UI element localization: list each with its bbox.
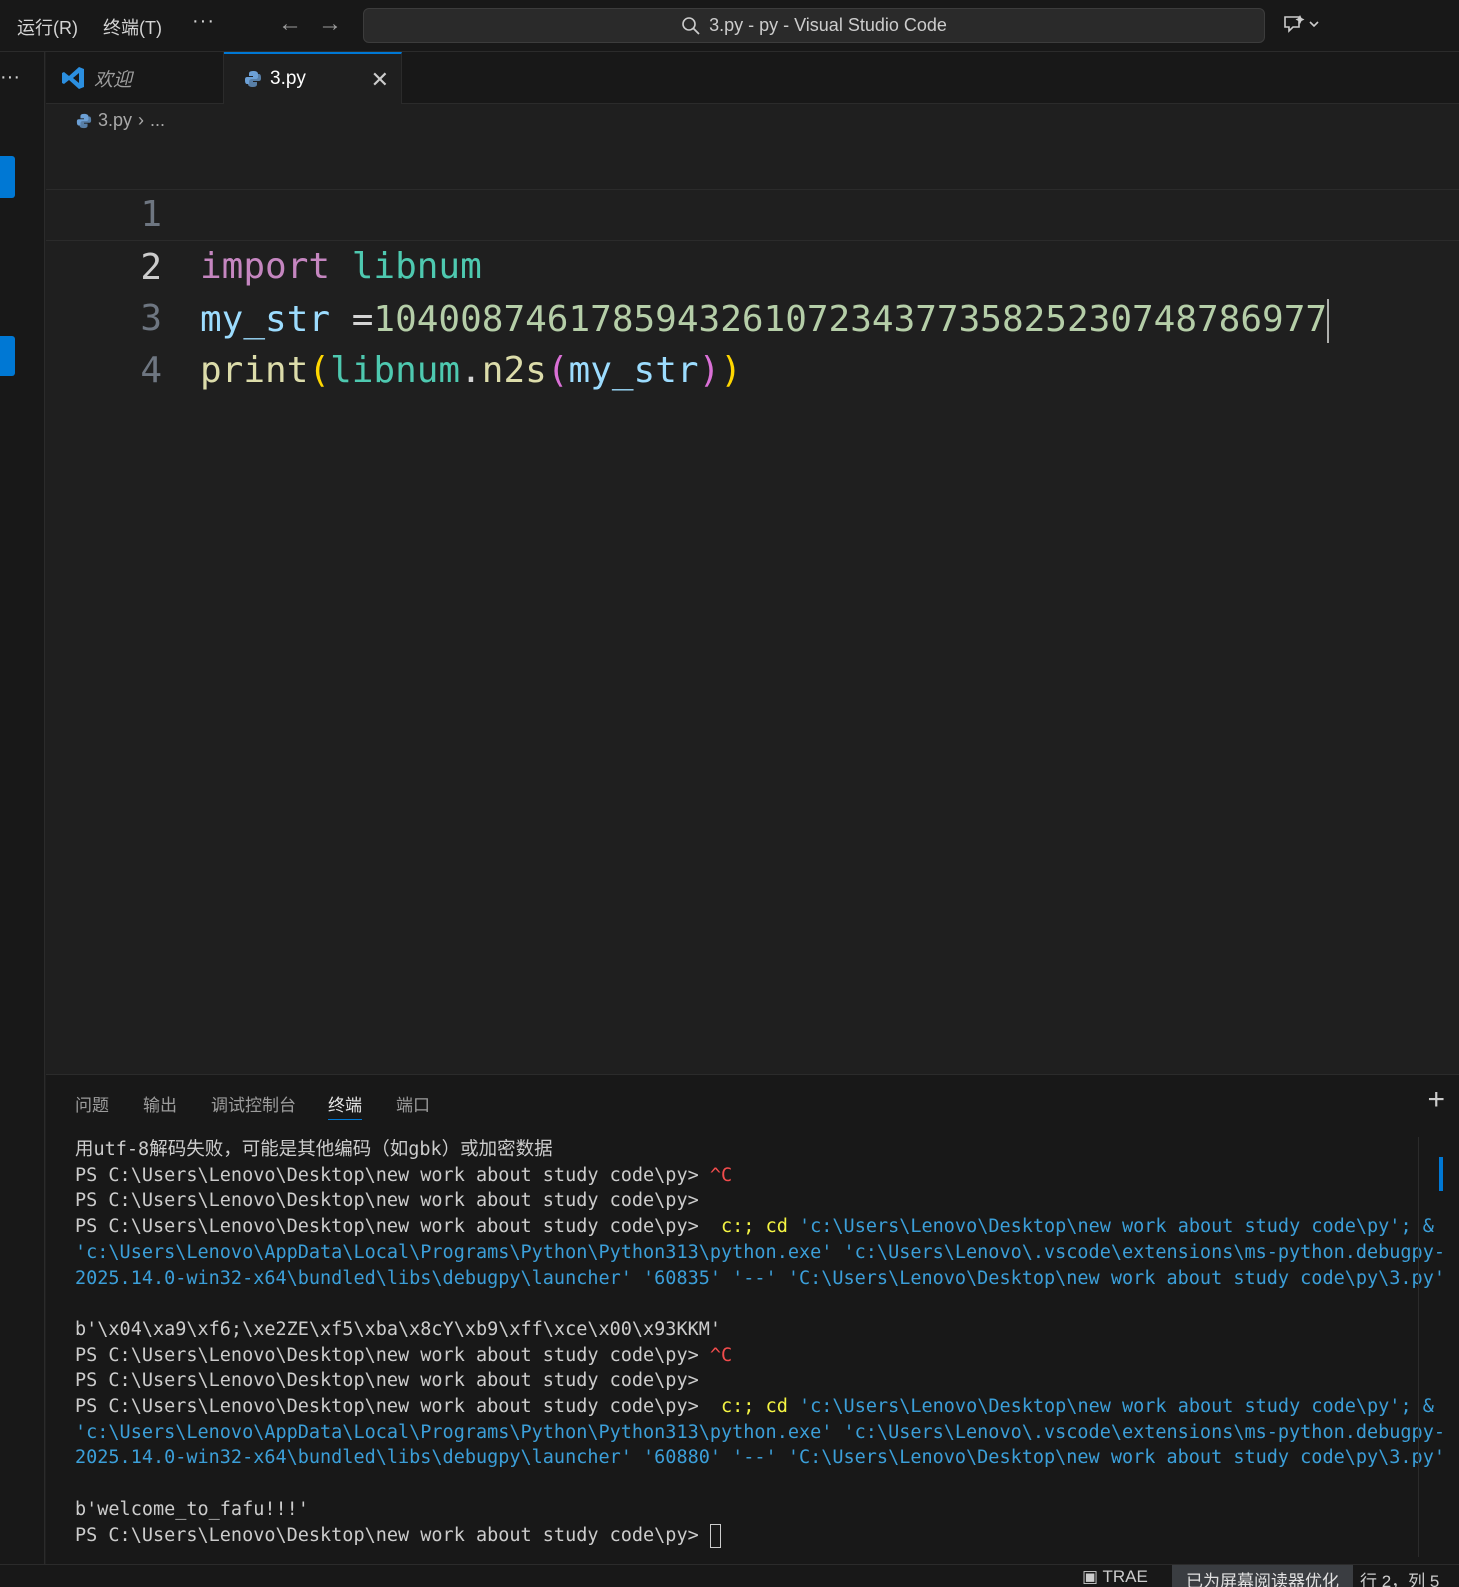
terminal-line: 用utf-8解码失败，可能是其他编码（如gbk）或加密数据 [75, 1139, 553, 1160]
new-terminal-plus-icon[interactable]: + [1427, 1083, 1445, 1117]
vscode-logo-icon [60, 65, 86, 91]
tab-ports[interactable]: 端口 [396, 1091, 430, 1116]
code-line-current: 2 my_str =104008746178594326107234377358… [46, 189, 1459, 343]
tab-3py[interactable]: 3.py ✕ [224, 52, 402, 104]
cursor-position[interactable]: 行 2，列 5 [1360, 1567, 1439, 1587]
editor-tabs: 欢迎 3.py ✕ [46, 52, 1459, 104]
terminal-line: PS C:\Users\Lenovo\Desktop\new work abou… [75, 1216, 1434, 1238]
active-indicator [0, 156, 15, 198]
terminal-line: ​ [75, 1291, 1415, 1317]
breadcrumb-file[interactable]: 3.py [98, 110, 132, 131]
tab-debug-console[interactable]: 调试控制台 [211, 1091, 296, 1116]
terminal-line: PS C:\Users\Lenovo\Desktop\new work abou… [75, 1396, 1434, 1418]
back-arrow-icon[interactable]: ← [278, 10, 302, 38]
menu-run[interactable]: 运行(R) [17, 14, 78, 40]
scroll-marker [1439, 1157, 1443, 1191]
screen-reader-status[interactable]: 已为屏幕阅读器优化 [1172, 1565, 1353, 1587]
active-indicator [0, 336, 15, 376]
command-center-search[interactable]: 3.py - py - Visual Studio Code [363, 8, 1265, 43]
terminal-line: b'welcome_to_fafu!!!' [75, 1498, 309, 1520]
line-number: 4 [140, 350, 162, 391]
terminal-line: 2025.14.0-win32-x64\bundled\libs\debugpy… [75, 1447, 1445, 1469]
breadcrumb-more[interactable]: ... [150, 110, 165, 131]
title-bar: 运行(R) 终端(T) ··· ← → 3.py - py - Visual S… [0, 0, 1459, 52]
terminal-line: 2025.14.0-win32-x64\bundled\libs\debugpy… [75, 1267, 1445, 1289]
terminal-line: PS C:\Users\Lenovo\Desktop\new work abou… [75, 1370, 699, 1392]
terminal-line: PS C:\Users\Lenovo\Desktop\new work abou… [75, 1523, 1415, 1549]
terminal-line: PS C:\Users\Lenovo\Desktop\new work abou… [75, 1344, 733, 1366]
chevron-right-icon: › [138, 110, 145, 130]
status-bar: ▣ TRAE 已为屏幕阅读器优化 行 2，列 5 [0, 1564, 1459, 1587]
tab-terminal[interactable]: 终端 [328, 1091, 362, 1120]
search-icon [681, 16, 701, 36]
close-icon[interactable]: ✕ [371, 67, 389, 93]
activity-bar: ··· [0, 52, 45, 1564]
terminal-output[interactable]: 用utf-8解码失败，可能是其他编码（如gbk）或加密数据 PS C:\Users… [75, 1137, 1445, 1549]
terminal-line: b'\x04\xa9\xf6;\xe2ZE\xf5\xba\x8cY\xb9\x… [75, 1318, 722, 1340]
terminal-line: PS C:\Users\Lenovo\Desktop\new work abou… [75, 1190, 699, 1212]
terminal-scrollbar[interactable] [1418, 1137, 1436, 1557]
tab-output[interactable]: 输出 [143, 1091, 177, 1116]
terminal-line: ​ [75, 1471, 1415, 1497]
tab-welcome[interactable]: 欢迎 [46, 52, 224, 104]
tab-problems[interactable]: 问题 [75, 1091, 109, 1116]
code-line: 3 print(libnum.n2s(my_str)) [46, 241, 1459, 391]
trae-status[interactable]: ▣ TRAE [1082, 1567, 1148, 1587]
bottom-panel: 问题 输出 调试控制台 终端 端口 + 用utf-8解码失败，可能是其他编码（如… [46, 1074, 1459, 1564]
terminal-line: 'c:\Users\Lenovo\AppData\Local\Programs\… [75, 1421, 1445, 1443]
terminal-cursor [709, 1523, 721, 1548]
window-title: 3.py - py - Visual Studio Code [709, 15, 947, 35]
code-line: 1 import libnum [46, 137, 1459, 287]
terminal-line: PS C:\Users\Lenovo\Desktop\new work abou… [75, 1164, 733, 1186]
menu-terminal[interactable]: 终端(T) [103, 14, 162, 40]
forward-arrow-icon[interactable]: → [318, 10, 342, 38]
menu-more-button[interactable]: ··· [192, 10, 215, 33]
breadcrumb: 3.py › ... [76, 110, 165, 131]
activity-more-icon[interactable]: ··· [0, 66, 20, 89]
python-icon [76, 113, 92, 129]
python-icon [244, 70, 262, 88]
code-line: 4 [46, 293, 1459, 391]
terminal-line: 'c:\Users\Lenovo\AppData\Local\Programs\… [75, 1241, 1445, 1263]
code-editor[interactable]: 1 import libnum 2 my_str =10400874617859… [46, 135, 1459, 1073]
copilot-icon[interactable] [1283, 13, 1323, 35]
